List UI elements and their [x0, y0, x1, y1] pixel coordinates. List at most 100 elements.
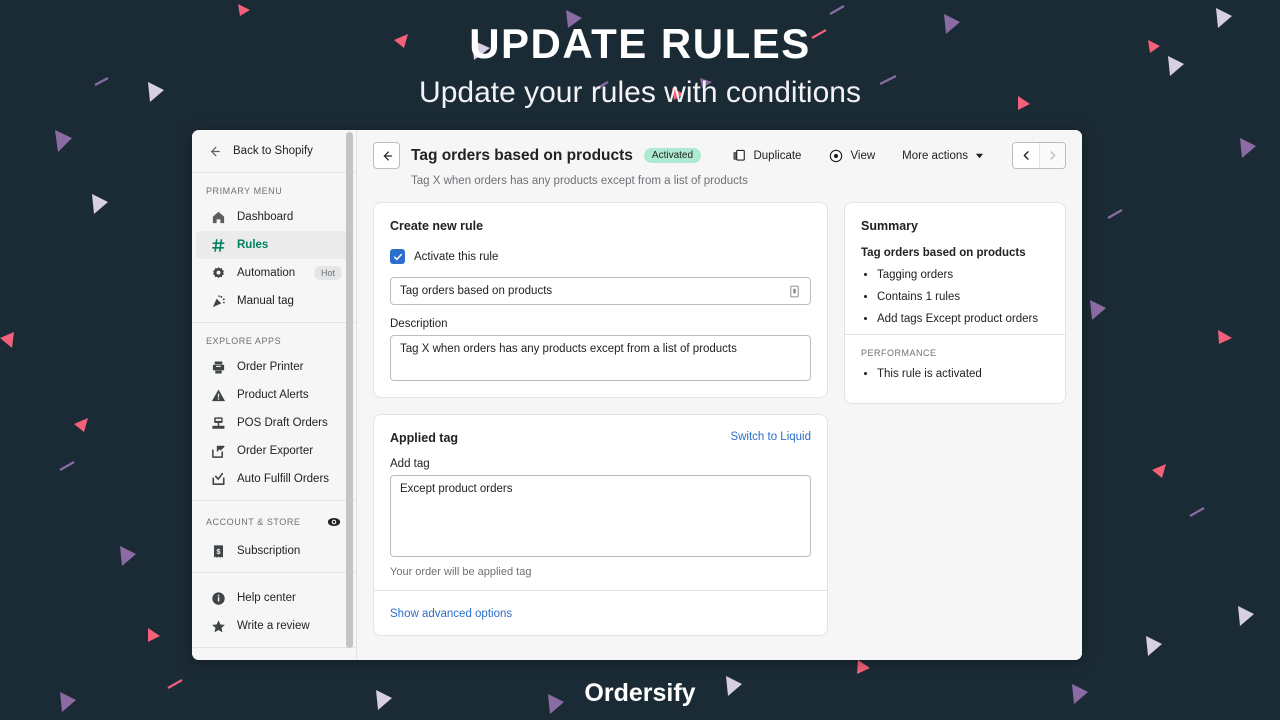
- activate-rule-label: Activate this rule: [414, 250, 499, 263]
- description-label: Description: [390, 318, 448, 330]
- sidebar-heading-label: PRIMARY MENU: [206, 186, 283, 196]
- add-tag-label: Add tag: [390, 458, 430, 470]
- sidebar-item-manual-tag[interactable]: Manual tag: [196, 287, 352, 315]
- eye-circle-icon: [828, 148, 844, 164]
- confetti-icon: [210, 293, 226, 309]
- sidebar-label-product-alerts: Product Alerts: [237, 389, 309, 401]
- page-header: Tag orders based on products Activated D…: [357, 130, 1082, 197]
- sidebar-item-dashboard[interactable]: Dashboard: [196, 203, 352, 231]
- sidebar-label-subscription: Subscription: [237, 545, 301, 557]
- alert-triangle-icon: [210, 387, 226, 403]
- arrow-left-icon: [379, 148, 395, 164]
- sidebar-item-rules[interactable]: Rules: [196, 231, 352, 259]
- hash-icon: [210, 237, 226, 253]
- summary-card: Summary Tag orders based on products Tag…: [844, 202, 1066, 404]
- sidebar-label-rules: Rules: [237, 239, 269, 251]
- sidebar-heading-account-store: ACCOUNT & STORE: [192, 509, 356, 537]
- promo-title: UPDATE RULES: [469, 20, 811, 67]
- sidebar-section-primary-menu: PRIMARY MENU Dashboard Rules Automation: [192, 173, 356, 323]
- sidebar-label-dashboard: Dashboard: [237, 211, 294, 223]
- sidebar-label-order-exporter: Order Exporter: [237, 445, 314, 457]
- page-subtitle: Tag X when orders has any products excep…: [411, 175, 748, 187]
- sidebar-item-product-alerts[interactable]: Product Alerts: [196, 381, 352, 409]
- show-advanced-options-link[interactable]: Show advanced options: [390, 608, 512, 620]
- left-column: Create new rule Activate this rule Tag o…: [373, 202, 828, 660]
- sidebar-item-order-printer[interactable]: Order Printer: [196, 353, 352, 381]
- inbox-check-icon: [210, 471, 226, 487]
- next-page-button[interactable]: [1039, 143, 1065, 168]
- sidebar-item-write-a-review[interactable]: Write a review: [196, 612, 352, 640]
- more-actions-label: More actions: [902, 149, 968, 162]
- app-window: Back to Shopify PRIMARY MENU Dashboard R…: [192, 130, 1082, 660]
- main-content: Tag orders based on products Activated D…: [357, 130, 1082, 660]
- chevron-right-icon: [1045, 148, 1061, 164]
- activate-rule-row[interactable]: Activate this rule: [390, 249, 811, 264]
- more-actions-button[interactable]: More actions: [902, 148, 984, 164]
- description-textarea[interactable]: Tag X when orders has any products excep…: [390, 335, 811, 381]
- view-button[interactable]: View: [828, 148, 875, 164]
- sidebar-scrollbar[interactable]: [346, 132, 353, 648]
- gear-icon: [210, 265, 226, 281]
- sidebar-item-log-out[interactable]: Log out: [196, 658, 352, 660]
- performance-list: This rule is activated: [861, 367, 1049, 382]
- performance-heading: PERFORMANCE: [861, 347, 937, 358]
- page-title: Tag orders based on products: [411, 146, 633, 164]
- sidebar-item-order-exporter[interactable]: Order Exporter: [196, 437, 352, 465]
- add-tag-hint: Your order will be applied tag: [390, 566, 532, 578]
- home-icon: [210, 209, 226, 225]
- back-to-shopify-link[interactable]: Back to Shopify: [192, 130, 356, 173]
- sidebar-label-order-printer: Order Printer: [237, 361, 304, 373]
- applied-tag-card: Applied tag Switch to Liquid Add tag Exc…: [373, 414, 828, 636]
- right-column: Summary Tag orders based on products Tag…: [844, 202, 1066, 660]
- info-icon: [210, 590, 226, 606]
- sidebar-heading-label: ACCOUNT & STORE: [206, 517, 301, 527]
- header-back-button[interactable]: [373, 142, 400, 169]
- activate-rule-checkbox[interactable]: [390, 249, 405, 264]
- printer-icon: [210, 359, 226, 375]
- sidebar-section-logout: Log out: [192, 648, 356, 660]
- duplicate-button[interactable]: Duplicate: [731, 148, 801, 164]
- sidebar-label-auto-fulfill-orders: Auto Fulfill Orders: [237, 473, 330, 485]
- list-item: Contains 1 rules: [877, 290, 1049, 305]
- eye-icon[interactable]: [326, 514, 342, 530]
- sidebar-label-pos-draft-orders: POS Draft Orders: [237, 417, 328, 429]
- status-badge: Activated: [643, 148, 702, 163]
- promo-subtitle: Update your rules with conditions: [419, 76, 861, 109]
- create-new-rule-card: Create new rule Activate this rule Tag o…: [373, 202, 828, 398]
- badge-hot: Hot: [313, 266, 342, 280]
- sidebar-label-automation: Automation: [237, 267, 296, 279]
- pagination-group: [1012, 142, 1066, 169]
- create-new-rule-title: Create new rule: [390, 219, 484, 233]
- summary-list: Tagging orders Contains 1 rules Add tags…: [861, 268, 1049, 327]
- list-item: Tagging orders: [877, 268, 1049, 283]
- sidebar-item-auto-fulfill-orders[interactable]: Auto Fulfill Orders: [196, 465, 352, 493]
- sidebar-item-help-center[interactable]: Help center: [196, 584, 352, 612]
- sidebar-label-help-center: Help center: [237, 592, 296, 604]
- summary-title: Summary: [861, 219, 918, 233]
- sidebar-heading-label: EXPLORE APPS: [206, 336, 282, 346]
- promo-brand: Ordersify: [584, 679, 696, 707]
- export-icon: [210, 443, 226, 459]
- receipt-dollar-icon: $: [210, 543, 226, 559]
- note-icon[interactable]: [786, 283, 802, 299]
- list-item: Add tags Except product orders: [877, 312, 1049, 327]
- sidebar: Back to Shopify PRIMARY MENU Dashboard R…: [192, 130, 357, 660]
- chevron-down-icon: [974, 148, 984, 164]
- previous-page-button[interactable]: [1013, 143, 1039, 168]
- sidebar-item-automation[interactable]: Automation Hot: [196, 259, 352, 287]
- applied-tag-title: Applied tag: [390, 431, 459, 445]
- duplicate-icon: [731, 148, 747, 164]
- add-tag-textarea[interactable]: Except product orders: [390, 475, 811, 557]
- duplicate-label: Duplicate: [753, 149, 802, 162]
- sidebar-section-explore-apps: EXPLORE APPS Order Printer Product Alert…: [192, 323, 356, 501]
- switch-to-liquid-link[interactable]: Switch to Liquid: [730, 431, 811, 443]
- sidebar-item-subscription[interactable]: $ Subscription: [196, 537, 352, 565]
- back-to-shopify-label: Back to Shopify: [233, 145, 313, 157]
- summary-subtitle: Tag orders based on products: [861, 247, 1026, 259]
- rule-name-input[interactable]: Tag orders based on products: [390, 277, 811, 305]
- sidebar-label-manual-tag: Manual tag: [237, 295, 294, 307]
- sidebar-heading-explore-apps: EXPLORE APPS: [192, 331, 356, 353]
- sidebar-item-pos-draft-orders[interactable]: POS Draft Orders: [196, 409, 352, 437]
- sidebar-section-account-store: ACCOUNT & STORE $ Subscription: [192, 501, 356, 573]
- star-icon: [210, 618, 226, 634]
